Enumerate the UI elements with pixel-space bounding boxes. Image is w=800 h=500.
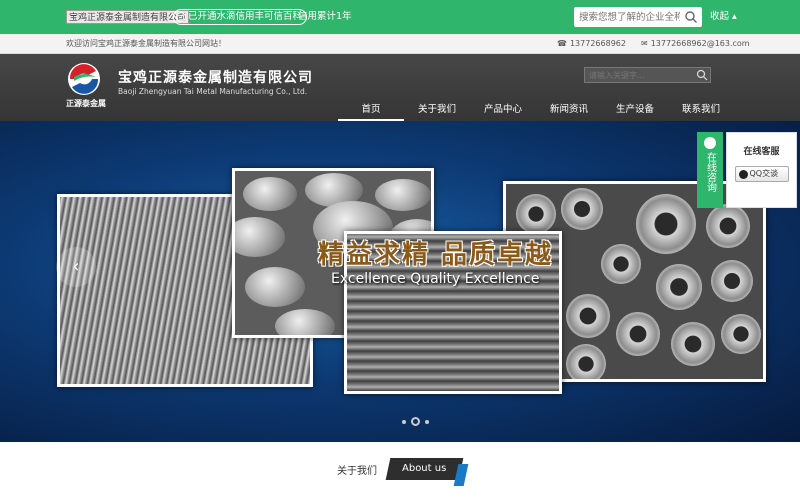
online-consult-label: 在线咨询: [704, 152, 716, 192]
credit-years: 信用累计1年: [298, 11, 352, 22]
site-header: 正源泰金属 宝鸡正源泰金属制造有限公司 Baoji Zhengyuan Tai …: [0, 54, 800, 121]
welcome-bar: 欢迎访问宝鸡正源泰金属制造有限公司网站！ ☎ 13772668962 ✉ 137…: [0, 34, 800, 54]
site-search-input[interactable]: [585, 68, 691, 83]
nav-equipment[interactable]: 生产设备: [602, 104, 668, 121]
nav-products[interactable]: 产品中心: [470, 104, 536, 121]
service-title: 在线客服: [743, 147, 780, 157]
about-title-en-badge: About us: [385, 458, 464, 480]
nav-home[interactable]: 首页: [338, 104, 404, 121]
company-name: 宝鸡正源泰金属制造有限公司: [118, 70, 313, 86]
service-panel: 在线客服 QQ交谈: [726, 132, 797, 208]
banner-slogan: 精益求精 品质卓越: [318, 240, 554, 270]
email-contact[interactable]: ✉ 13772668962@163.com: [641, 38, 750, 50]
company-name-chip[interactable]: 宝鸡正源泰金属制造有限公司: [66, 10, 190, 24]
mail-icon: ✉: [641, 39, 648, 48]
search-icon[interactable]: [696, 69, 708, 81]
qq-chat-label: QQ交谈: [749, 169, 779, 178]
search-icon[interactable]: [684, 10, 698, 24]
enterprise-search-input[interactable]: [574, 7, 680, 27]
logo-text: 正源泰金属: [66, 99, 106, 108]
nav-contact[interactable]: 联系我们: [668, 104, 734, 121]
nav-news[interactable]: 新闻资讯: [536, 104, 602, 121]
online-consult-tab[interactable]: 在线咨询: [697, 132, 723, 208]
phone-number: 13772668962: [569, 39, 626, 48]
credit-badge[interactable]: ✓ 已开通水滴信用丰可信百科: [173, 9, 308, 25]
banner-prev-button[interactable]: ‹: [56, 247, 96, 287]
hero-banner[interactable]: ‹ 精益求精 品质卓越 Excellence Quality Excellenc…: [0, 121, 800, 442]
company-name-en: Baoji Zhengyuan Tai Metal Manufacturing …: [118, 87, 308, 96]
check-icon: ✓: [176, 12, 186, 22]
about-section: 关于我们 About us: [0, 442, 800, 500]
phone-contact[interactable]: ☎ 13772668962: [557, 38, 626, 50]
nav-about[interactable]: 关于我们: [404, 104, 470, 121]
top-bar: 宝鸡正源泰金属制造有限公司 ✓ 已开通水滴信用丰可信百科 信用累计1年 收起 ▴: [0, 0, 800, 34]
slide-dot[interactable]: [402, 419, 406, 424]
qq-chat-button[interactable]: QQ交谈: [734, 166, 789, 182]
slide-indicators: [402, 417, 429, 426]
banner-slogan-en: Excellence Quality Excellence: [331, 271, 540, 287]
credit-badge-label: 已开通水滴信用丰可信百科: [188, 11, 303, 22]
about-title: 关于我们: [337, 466, 377, 477]
main-nav: 首页 关于我们 产品中心 新闻资讯 生产设备 联系我们: [338, 104, 734, 121]
welcome-message: 欢迎访问宝鸡正源泰金属制造有限公司网站！: [66, 39, 226, 48]
company-logo[interactable]: [66, 61, 102, 97]
email-address: 13772668962@163.com: [650, 39, 750, 48]
qq-icon: [738, 169, 748, 179]
about-title-en: About us: [402, 463, 447, 474]
slide-dot-active[interactable]: [411, 417, 420, 426]
enterprise-search: [574, 7, 702, 27]
collapse-button[interactable]: 收起 ▴: [710, 10, 737, 24]
phone-icon: ☎: [557, 39, 567, 48]
chat-icon: [704, 137, 716, 149]
site-search: [584, 67, 711, 83]
slide-dot[interactable]: [425, 419, 429, 424]
